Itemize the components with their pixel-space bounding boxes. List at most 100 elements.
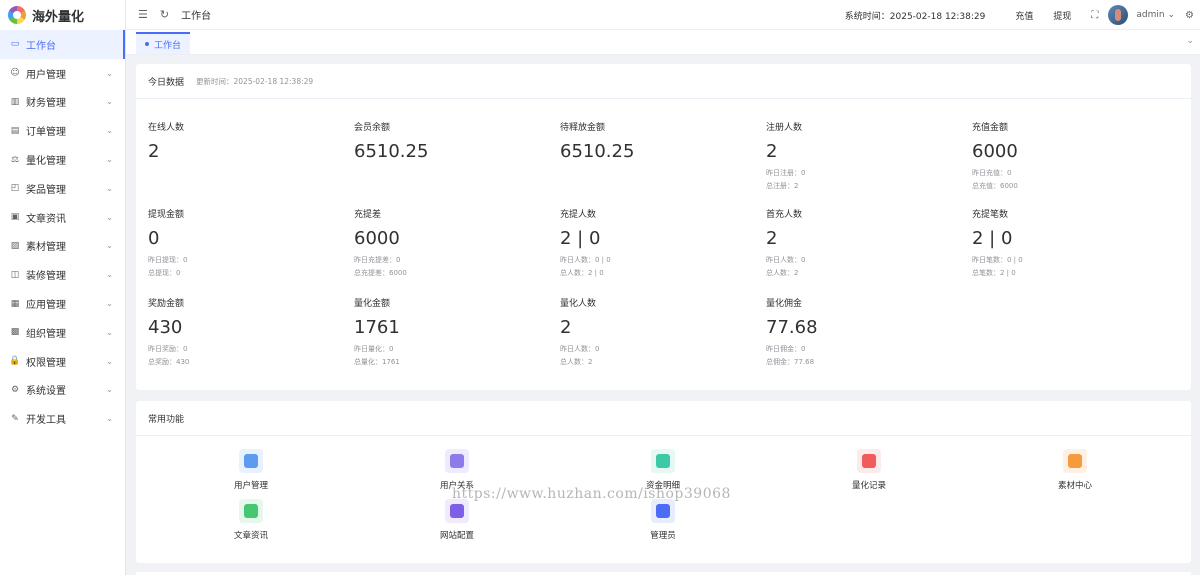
shortcut-user-relation[interactable]: 用户关系 — [417, 449, 497, 491]
icon-glyph — [244, 454, 258, 468]
chevron-down-icon: ⌄ — [106, 414, 113, 424]
avatar[interactable] — [1108, 5, 1129, 25]
shortcut-label: 文章资讯 — [233, 531, 268, 541]
sidebar-item-label: 订单管理 — [26, 127, 66, 139]
sidebar-item-6[interactable]: ▣ 文章资讯 ⌄ — [0, 203, 125, 232]
stat-value: 6510.25 — [560, 141, 635, 162]
shortcut-label: 素材中心 — [1057, 481, 1092, 491]
sidebar-item-4[interactable]: ⚖ 量化管理 ⌄ — [0, 145, 125, 174]
shortcut-site-config[interactable]: 网站配置 — [417, 499, 497, 541]
today-data-card: 今日数据 更新时间：2025-02-18 12:38:29 在线人数 2 会员余额 6… — [136, 64, 1191, 390]
tags-bar: 工作台 ⌄ — [126, 30, 1200, 55]
stat-sub: 总充提差：6000 — [354, 269, 407, 277]
sidebar-item-label: 开发工具 — [26, 415, 66, 427]
shortcut-funds-detail[interactable]: 资金明细 — [623, 449, 703, 491]
user-relation-icon — [445, 449, 469, 473]
chevron-down-icon: ⌄ — [106, 270, 113, 280]
sidebar-item-8[interactable]: ◫ 装修管理 ⌄ — [0, 260, 125, 289]
shortcut-article-news[interactable]: 文章资讯 — [211, 499, 291, 541]
icon-glyph — [244, 504, 258, 518]
menu-toggle-icon[interactable]: ☰ — [138, 8, 148, 21]
sidebar-item-13[interactable]: ✎ 开发工具 ⌄ — [0, 404, 125, 433]
stat-value: 2 — [560, 317, 572, 338]
stat-item: 充提差 6000 昨日充提差：0 总充提差：6000 — [354, 207, 554, 280]
sidebar-item-5[interactable]: ◰ 奖品管理 ⌄ — [0, 174, 125, 203]
stat-label: 会员余额 — [354, 123, 391, 133]
chevron-down-icon: ⌄ — [1167, 10, 1176, 20]
stat-label: 量化金额 — [354, 299, 391, 309]
stat-item: 量化佣金 77.68 昨日佣金：0 总佣金：77.68 — [766, 296, 966, 369]
user-name: admin — [1136, 10, 1165, 20]
app-name: 海外量化 — [32, 9, 85, 25]
stat-value: 77.68 — [766, 317, 818, 338]
sidebar-item-3[interactable]: ▤ 订单管理 ⌄ — [0, 116, 125, 145]
shortcut-user-manage[interactable]: 用户管理 — [211, 449, 291, 491]
stat-sub: 昨日量化：0 — [354, 345, 394, 353]
refresh-icon[interactable]: ↻ — [160, 8, 169, 21]
stat-value: 2 — [148, 141, 160, 162]
withdraw-link[interactable]: 提现 — [1053, 9, 1071, 22]
recharge-link[interactable]: 充值 — [1015, 9, 1033, 22]
sidebar-item-0[interactable]: ▭ 工作台 — [0, 30, 125, 59]
stat-item: 首充人数 2 昨日人数：0 总人数：2 — [766, 207, 966, 280]
stat-sub: 昨日佣金：0 — [766, 345, 806, 353]
stat-sub: 总笔数：2 | 0 — [972, 269, 1016, 277]
shortcut-quant-record[interactable]: 量化记录 — [829, 449, 909, 491]
sidebar-item-11[interactable]: 🔒 权限管理 ⌄ — [0, 347, 125, 376]
stat-item: 注册人数 2 昨日注册：0 总注册：2 — [766, 120, 966, 193]
stat-item: 待释放金额 6510.25 — [560, 120, 760, 163]
breadcrumb: 工作台 — [181, 11, 212, 22]
stat-sub: 昨日人数：0 | 0 — [560, 256, 611, 264]
stat-sub: 总奖励：430 — [148, 358, 190, 366]
admin-icon — [651, 499, 675, 523]
shortcut-admin[interactable]: 管理员 — [623, 499, 703, 541]
chevron-down-icon: ⌄ — [106, 299, 113, 309]
stat-sub: 总提现：0 — [148, 269, 181, 277]
sidebar-item-10[interactable]: ▩ 组织管理 ⌄ — [0, 318, 125, 347]
card-title: 今日数据 — [148, 77, 185, 88]
settings-gear-icon[interactable]: ⚙ — [1185, 10, 1194, 21]
stat-label: 量化佣金 — [766, 299, 803, 309]
sidebar-item-1[interactable]: ☺ 用户管理 ⌄ — [0, 59, 125, 88]
app-logo[interactable]: 海外量化 — [0, 0, 125, 30]
stat-sub: 昨日人数：0 — [560, 345, 600, 353]
icon-glyph — [450, 454, 464, 468]
chevron-down-icon: ⌄ — [106, 327, 113, 337]
user-menu[interactable]: admin ⌄ — [1136, 10, 1175, 20]
stat-label: 奖励金额 — [148, 299, 185, 309]
stat-value: 6510.25 — [354, 141, 429, 162]
stat-sub: 昨日奖励：0 — [148, 345, 188, 353]
shortcut-label: 管理员 — [650, 531, 676, 541]
sidebar-item-7[interactable]: ▨ 素材管理 ⌄ — [0, 232, 125, 261]
logo-icon — [8, 6, 26, 24]
shortcut-material-center[interactable]: 素材中心 — [1035, 449, 1115, 491]
icon-glyph — [450, 504, 464, 518]
stat-item: 在线人数 2 — [148, 120, 348, 163]
stat-sub: 总人数：2 — [560, 358, 593, 366]
sidebar-item-label: 应用管理 — [26, 300, 66, 312]
stat-item: 充值金额 6000 昨日充值：0 总充值：6000 — [972, 120, 1172, 193]
stat-label: 提现金额 — [148, 210, 185, 220]
pen-icon: ✎ — [11, 413, 19, 424]
sidebar-item-label: 组织管理 — [26, 328, 66, 340]
sidebar-item-12[interactable]: ⚙ 系统设置 ⌄ — [0, 376, 125, 405]
stat-value: 6000 — [972, 141, 1018, 162]
card-header: 常用功能 — [136, 401, 1191, 436]
tags-dropdown-icon[interactable]: ⌄ — [1186, 36, 1194, 46]
stat-sub: 昨日充值：0 — [972, 169, 1012, 177]
shortcut-label: 网站配置 — [439, 531, 474, 541]
sidebar-item-2[interactable]: ▥ 财务管理 ⌄ — [0, 88, 125, 117]
stat-label: 充提笔数 — [972, 210, 1009, 220]
user-manage-icon — [239, 449, 263, 473]
stat-label: 待释放金额 — [560, 123, 606, 133]
sidebar-item-9[interactable]: ▦ 应用管理 ⌄ — [0, 289, 125, 318]
update-time: 更新时间：2025-02-18 12:38:29 — [196, 76, 314, 86]
stat-item: 奖励金额 430 昨日奖励：0 总奖励：430 — [148, 296, 348, 369]
stat-sub: 总佣金：77.68 — [766, 358, 815, 366]
fullscreen-icon[interactable]: ⛶ — [1091, 10, 1098, 21]
article-icon: ▣ — [10, 212, 20, 223]
icon-glyph — [656, 454, 670, 468]
chevron-down-icon: ⌄ — [106, 241, 113, 251]
tab-workbench[interactable]: 工作台 — [136, 32, 191, 54]
material-center-icon — [1063, 449, 1087, 473]
